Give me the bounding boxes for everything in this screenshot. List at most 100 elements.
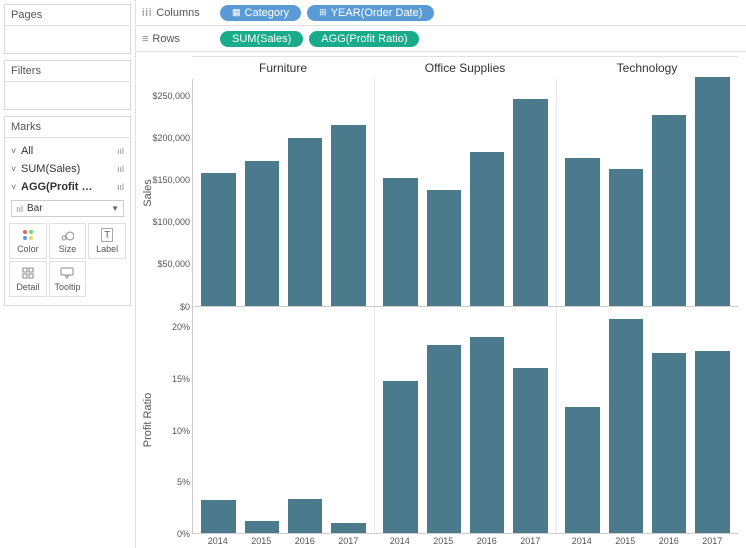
pages-panel: Pages xyxy=(4,4,131,54)
plot-cell xyxy=(556,79,738,307)
bar[interactable] xyxy=(652,115,687,305)
marks-item-all[interactable]: ˅ All ııl xyxy=(7,142,128,160)
plot-cell xyxy=(556,307,738,535)
bar-mini-icon: ııl xyxy=(117,182,124,192)
chart-row: Sales$0$50,000$100,000$150,000$200,000$2… xyxy=(140,79,738,307)
rows-shelf[interactable]: ≡ Rows SUM(Sales) AGG(Profit Ratio) xyxy=(136,26,746,52)
bar[interactable] xyxy=(201,173,236,306)
detail-icon xyxy=(22,266,34,280)
pill-sales[interactable]: SUM(Sales) xyxy=(220,31,303,47)
bar[interactable] xyxy=(609,319,644,533)
marks-item-label: SUM(Sales) xyxy=(21,163,117,175)
columns-shelf[interactable]: iii Columns ▦Category ⊞YEAR(Order Date) xyxy=(136,0,746,26)
dropdown-caret-icon: ▼ xyxy=(111,204,119,213)
bar[interactable] xyxy=(695,77,730,305)
y-axis: $0$50,000$100,000$150,000$200,000$250,00… xyxy=(156,79,192,307)
bar[interactable] xyxy=(513,368,548,533)
bar[interactable] xyxy=(470,337,505,533)
tooltip-label: Tooltip xyxy=(54,282,80,292)
x-tick: 2014 xyxy=(390,536,410,546)
x-tick: 2017 xyxy=(702,536,722,546)
detail-label: Detail xyxy=(16,282,39,292)
x-tick: 2017 xyxy=(520,536,540,546)
bar[interactable] xyxy=(609,169,644,306)
bar[interactable] xyxy=(565,158,600,306)
y-axis-label: Profit Ratio xyxy=(142,393,154,447)
x-tick: 2016 xyxy=(659,536,679,546)
tooltip-card[interactable]: Tooltip xyxy=(49,261,87,297)
bar[interactable] xyxy=(331,125,366,305)
x-tick: 2017 xyxy=(338,536,358,546)
plot-cell xyxy=(374,79,556,307)
bar[interactable] xyxy=(695,351,730,533)
detail-card[interactable]: Detail xyxy=(9,261,47,297)
y-tick: $250,000 xyxy=(152,91,190,101)
marks-title: Marks xyxy=(5,117,130,138)
marks-item-sales[interactable]: ˅ SUM(Sales) ııl xyxy=(7,160,128,178)
bar[interactable] xyxy=(245,521,280,533)
column-header: Furniture xyxy=(192,56,374,79)
rows-icon: ≡ xyxy=(142,33,148,45)
mark-type-select[interactable]: ııl Bar ▼ xyxy=(11,200,124,217)
color-icon xyxy=(22,228,34,242)
bar-mini-icon: ııl xyxy=(117,146,124,156)
column-header: Office Supplies xyxy=(374,56,556,79)
y-tick: 5% xyxy=(177,477,190,487)
x-tick: 2016 xyxy=(477,536,497,546)
color-label: Color xyxy=(17,244,39,254)
x-tick: 2015 xyxy=(615,536,635,546)
color-card[interactable]: Color xyxy=(9,223,47,259)
caret-icon: ˅ xyxy=(11,164,21,174)
mark-type-label: Bar xyxy=(27,203,43,214)
bar[interactable] xyxy=(427,345,462,533)
y-axis: 0%5%10%15%20% xyxy=(156,307,192,535)
bar[interactable] xyxy=(513,99,548,305)
x-tick: 2015 xyxy=(251,536,271,546)
x-axis-cell: 2014201520162017 xyxy=(192,534,374,546)
y-tick: 0% xyxy=(177,529,190,539)
label-card[interactable]: T Label xyxy=(88,223,126,259)
bar[interactable] xyxy=(288,138,323,306)
caret-icon: ˅ xyxy=(11,182,21,192)
label-icon: T xyxy=(101,228,113,242)
bar[interactable] xyxy=(288,499,323,533)
plot-cell xyxy=(192,307,374,535)
filters-panel: Filters xyxy=(4,60,131,110)
filters-title: Filters xyxy=(5,61,130,82)
plot-cell xyxy=(374,307,556,535)
bar[interactable] xyxy=(245,161,280,305)
bar[interactable] xyxy=(652,353,687,533)
x-axis-cell: 2014 2015 2016 2017 xyxy=(374,534,556,546)
bar[interactable] xyxy=(383,381,418,533)
pages-title: Pages xyxy=(5,5,130,26)
bar[interactable] xyxy=(470,152,505,306)
size-label: Size xyxy=(59,244,77,254)
x-tick: 2015 xyxy=(433,536,453,546)
bar[interactable] xyxy=(383,178,418,306)
size-card[interactable]: Size xyxy=(49,223,87,259)
bar-icon: ııl xyxy=(16,204,23,214)
marks-item-profit-ratio[interactable]: ˅ AGG(Profit … ııl xyxy=(7,178,128,196)
y-tick: $100,000 xyxy=(152,217,190,227)
y-tick: $50,000 xyxy=(157,259,190,269)
bar[interactable] xyxy=(565,407,600,533)
columns-icon: iii xyxy=(142,7,152,19)
marks-item-label: All xyxy=(21,145,117,157)
bar-mini-icon: ııl xyxy=(117,164,124,174)
label-label: Label xyxy=(96,244,118,254)
rows-label: Rows xyxy=(152,33,180,45)
pill-category[interactable]: ▦Category xyxy=(220,5,301,21)
caret-icon: ˅ xyxy=(11,146,21,156)
columns-label: Columns xyxy=(156,7,199,19)
y-tick: $150,000 xyxy=(152,175,190,185)
marks-item-label: AGG(Profit … xyxy=(21,181,117,193)
bar[interactable] xyxy=(427,190,462,306)
y-tick: 20% xyxy=(172,322,190,332)
pill-year[interactable]: ⊞YEAR(Order Date) xyxy=(307,5,434,21)
plot-cell xyxy=(192,79,374,307)
x-tick: 2014 xyxy=(572,536,592,546)
pill-profit-ratio[interactable]: AGG(Profit Ratio) xyxy=(309,31,419,47)
bar[interactable] xyxy=(331,523,366,533)
bar[interactable] xyxy=(201,500,236,533)
sidebar: Pages Filters Marks ˅ All ııl ˅ SUM(Sale… xyxy=(0,0,135,548)
